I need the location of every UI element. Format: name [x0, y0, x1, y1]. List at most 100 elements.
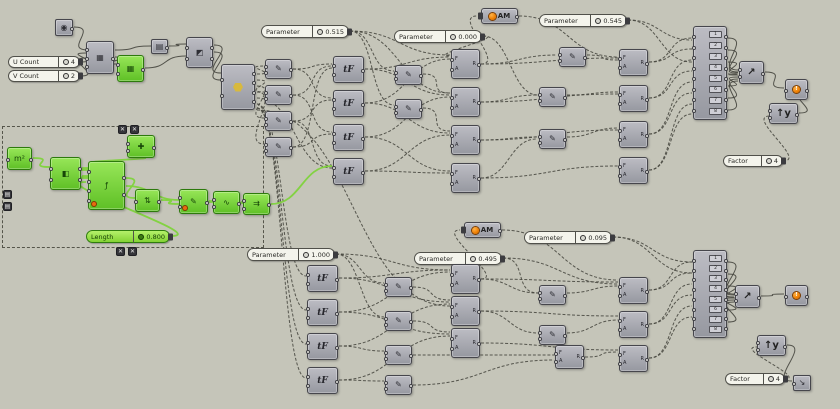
grasshopper-canvas[interactable]: ◉U Count4V Count2▦▦▤◩Parameter0.515Param… [0, 0, 840, 409]
port[interactable] [205, 201, 209, 205]
port[interactable] [784, 295, 788, 299]
evaluate-f-component[interactable]: FAR [619, 157, 648, 184]
port[interactable] [78, 167, 82, 171]
port[interactable] [394, 105, 398, 109]
port[interactable] [409, 354, 413, 358]
port[interactable] [618, 174, 622, 178]
port[interactable] [289, 120, 293, 124]
expression-component[interactable]: ✎ [539, 285, 566, 305]
port[interactable] [538, 297, 542, 301]
port[interactable] [724, 269, 728, 273]
port[interactable] [87, 180, 91, 184]
tf-component[interactable]: tF [333, 124, 364, 151]
port[interactable] [394, 77, 398, 81]
surface-param[interactable]: ◉ [55, 19, 73, 36]
port[interactable] [538, 99, 542, 103]
port[interactable] [141, 68, 145, 72]
shift-component[interactable]: ⇉ [243, 193, 270, 215]
port[interactable] [477, 101, 481, 105]
port[interactable] [332, 175, 336, 179]
port[interactable] [384, 357, 388, 361]
port[interactable] [384, 387, 388, 391]
port[interactable] [618, 285, 622, 289]
port[interactable] [332, 141, 336, 145]
port[interactable] [122, 193, 126, 197]
port[interactable] [618, 93, 622, 97]
port[interactable] [6, 158, 10, 162]
function-component[interactable]: ƒ [88, 161, 125, 210]
expression-component[interactable]: ✎ [559, 47, 586, 67]
mini-component[interactable]: ▤ [151, 39, 168, 54]
evaluate-f-component[interactable]: FAR [451, 328, 480, 358]
tag[interactable]: ▤ [3, 202, 12, 211]
port[interactable] [538, 135, 542, 139]
port[interactable] [116, 72, 120, 76]
port[interactable] [361, 171, 365, 175]
slider-knob[interactable] [470, 256, 476, 262]
port[interactable] [237, 202, 241, 206]
port[interactable] [361, 103, 365, 107]
length-slider[interactable]: Length0.800 [86, 230, 170, 243]
port[interactable] [264, 91, 268, 95]
port[interactable] [756, 341, 760, 345]
evaluate-f-component[interactable]: FAR [451, 264, 480, 294]
expression-component[interactable]: ✎ [385, 311, 412, 331]
port[interactable] [477, 177, 481, 181]
port[interactable] [618, 57, 622, 61]
port[interactable] [157, 200, 161, 204]
arrow-mini-component[interactable]: ↘ [793, 375, 811, 391]
tag[interactable]: ✕ [116, 247, 125, 256]
factor-slider[interactable]: Factor4 [725, 373, 785, 385]
expression-component[interactable]: ✎ [539, 325, 566, 345]
port[interactable] [384, 351, 388, 355]
am-component[interactable]: AM [464, 222, 501, 238]
port[interactable] [264, 149, 268, 153]
tf-component[interactable]: tF [333, 56, 364, 83]
port[interactable] [212, 205, 216, 209]
port[interactable] [792, 382, 796, 386]
port[interactable] [756, 348, 760, 352]
port[interactable] [450, 58, 454, 62]
port[interactable] [645, 324, 649, 328]
port[interactable] [618, 138, 622, 142]
expression-component[interactable]: ✎ [265, 85, 292, 105]
slider-knob[interactable] [768, 376, 774, 382]
port[interactable] [692, 259, 696, 263]
port[interactable] [165, 46, 169, 50]
slider-knob[interactable] [63, 59, 69, 65]
port[interactable] [384, 283, 388, 287]
port[interactable] [768, 116, 772, 120]
slider-knob[interactable] [595, 18, 601, 24]
slider-knob[interactable] [450, 34, 456, 40]
tf-component[interactable]: tF [307, 265, 338, 292]
port[interactable] [692, 269, 696, 273]
evaluate-f-component[interactable]: FAR [619, 277, 648, 304]
port[interactable] [583, 56, 587, 60]
port[interactable] [618, 362, 622, 366]
evaluate-f-component[interactable]: FAR [619, 49, 648, 76]
port[interactable] [29, 158, 33, 162]
port[interactable] [554, 360, 558, 364]
port[interactable] [768, 109, 772, 113]
port[interactable] [618, 328, 622, 332]
port[interactable] [618, 353, 622, 357]
port[interactable] [724, 298, 728, 302]
port[interactable] [335, 346, 339, 350]
remap-component[interactable]: ↗ [735, 285, 760, 308]
parameter-slider[interactable]: Parameter1.000 [247, 248, 335, 261]
expression-component[interactable]: ✎ [385, 375, 412, 395]
port[interactable] [332, 107, 336, 111]
port[interactable] [394, 111, 398, 115]
port[interactable] [126, 149, 130, 153]
evaluate-f-component[interactable]: FAR [451, 163, 480, 193]
port[interactable] [784, 89, 788, 93]
port[interactable] [477, 310, 481, 314]
port[interactable] [618, 66, 622, 70]
port[interactable] [384, 323, 388, 327]
port[interactable] [757, 296, 761, 300]
port[interactable] [178, 205, 182, 209]
port[interactable] [306, 375, 310, 379]
port[interactable] [252, 91, 256, 95]
port[interactable] [795, 113, 799, 117]
slider-knob[interactable] [317, 29, 323, 35]
